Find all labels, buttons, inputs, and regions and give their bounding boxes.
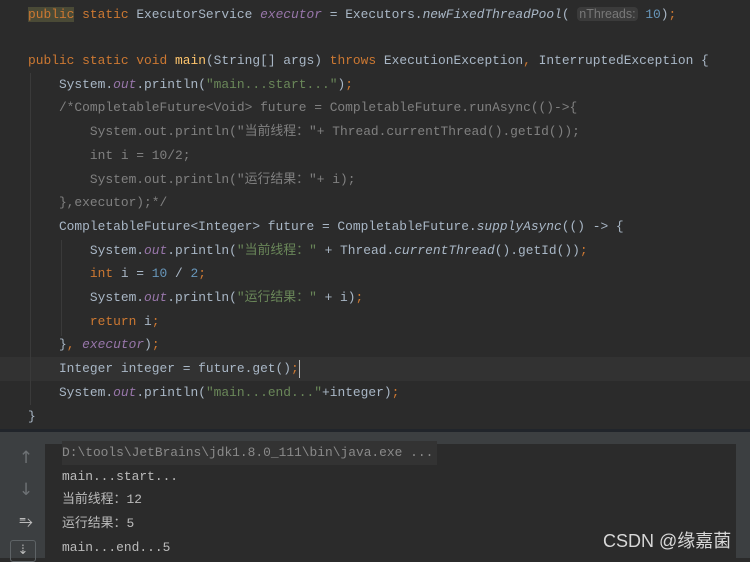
soft-wrap-icon[interactable]: ⥱ bbox=[12, 512, 40, 532]
code-line[interactable]: int i = 10/2; bbox=[28, 144, 191, 168]
code-token: System.out.println("运行结果："+ i); bbox=[28, 171, 356, 187]
code-token: } bbox=[28, 337, 67, 353]
parameter-hint: nThreads: bbox=[577, 7, 638, 21]
code-line[interactable]: Integer integer = future.get(); bbox=[28, 357, 301, 381]
code-line[interactable]: },executor);*/ bbox=[28, 191, 167, 215]
code-token: .println( bbox=[167, 242, 237, 258]
code-token: out bbox=[144, 242, 168, 258]
code-token: executor bbox=[82, 337, 145, 353]
console-command: D:\tools\JetBrains\jdk1.8.0_111\bin\java… bbox=[62, 441, 438, 465]
code-token: ; bbox=[291, 361, 299, 377]
code-token: out bbox=[113, 384, 137, 400]
code-token: ; bbox=[151, 313, 160, 329]
code-line[interactable]: System.out.println("main...start..."); bbox=[28, 73, 353, 97]
code-token: = Executors. bbox=[321, 7, 423, 22]
code-line[interactable]: System.out.println("main...end..."+integ… bbox=[28, 381, 399, 405]
code-line[interactable]: return i; bbox=[28, 310, 160, 334]
code-token: .println( bbox=[167, 290, 237, 305]
console-toolbar: ↑ ↓ ⥱ ⇣ bbox=[0, 444, 45, 562]
code-token: public bbox=[28, 7, 75, 22]
code-token: / bbox=[167, 266, 191, 282]
code-token: ; bbox=[579, 242, 588, 258]
code-token: System. bbox=[28, 242, 145, 258]
code-token: i bbox=[144, 313, 152, 329]
code-token: ExecutorService bbox=[136, 7, 261, 22]
code-token: + i) bbox=[316, 290, 356, 305]
code-token: System.out.println("当前线程："+ Thread.curre… bbox=[28, 124, 580, 140]
code-line[interactable]: } bbox=[28, 405, 36, 429]
code-token: (String[] args) bbox=[205, 53, 330, 68]
console-output-line: main...start... bbox=[62, 469, 179, 484]
code-token: ; bbox=[198, 266, 206, 282]
code-token: out bbox=[144, 290, 168, 305]
code-token: ) bbox=[660, 7, 669, 22]
code-token: i = bbox=[120, 266, 152, 282]
arrow-up-icon[interactable]: ↑ bbox=[12, 448, 40, 468]
code-token: "运行结果：" bbox=[236, 290, 317, 305]
code-token: ; bbox=[355, 290, 364, 305]
code-token: main bbox=[174, 53, 206, 68]
code-line[interactable]: /*CompletableFuture<Void> future = Compl… bbox=[28, 96, 577, 120]
code-token: executor bbox=[260, 7, 322, 22]
code-token: .println( bbox=[136, 384, 206, 400]
code-token: ( bbox=[561, 7, 578, 22]
code-token: throws bbox=[329, 53, 384, 68]
code-token: , bbox=[523, 53, 539, 68]
code-editor[interactable]: public static ExecutorService executor =… bbox=[0, 0, 750, 429]
code-token: ; bbox=[668, 7, 677, 22]
code-token: int i = 10/2; bbox=[28, 147, 191, 163]
console-output-line: main...end...5 bbox=[62, 540, 171, 555]
code-line[interactable]: int i = 10 / 2; bbox=[28, 262, 206, 286]
text-caret bbox=[298, 359, 301, 378]
code-token: "main...start..." bbox=[205, 76, 338, 92]
code-token: InterruptedException { bbox=[538, 53, 709, 68]
code-token: CompletableFuture<Integer> future = Comp… bbox=[28, 218, 477, 234]
code-token: System. bbox=[28, 290, 145, 305]
code-token: supplyAsync bbox=[476, 218, 562, 234]
code-token: },executor);*/ bbox=[28, 195, 168, 211]
code-token: ExecutionException bbox=[383, 53, 524, 68]
code-token: +integer) bbox=[321, 384, 392, 400]
right-toolbar bbox=[735, 444, 750, 558]
code-token: + Thread. bbox=[316, 242, 395, 258]
code-token: System. bbox=[28, 76, 114, 92]
code-line[interactable]: System.out.println("当前线程："+ Thread.curre… bbox=[28, 120, 580, 144]
code-token: ; bbox=[345, 76, 353, 92]
code-token: newFixedThreadPool bbox=[422, 7, 562, 22]
code-token: /*CompletableFuture<Void> future = Compl… bbox=[28, 100, 578, 116]
code-line[interactable]: public static void main(String[] args) t… bbox=[28, 49, 709, 73]
console-output-line: 运行结果：5 bbox=[62, 516, 135, 531]
code-token: "main...end..." bbox=[205, 384, 322, 400]
code-token: currentThread bbox=[394, 242, 495, 258]
code-token: , bbox=[66, 337, 83, 353]
scroll-to-end-icon[interactable]: ⇣ bbox=[10, 540, 36, 562]
code-line[interactable]: }, executor); bbox=[28, 333, 160, 357]
code-token: ; bbox=[391, 384, 400, 400]
code-token: ) bbox=[144, 337, 152, 353]
arrow-down-icon[interactable]: ↓ bbox=[12, 480, 40, 500]
code-token: "当前线程：" bbox=[236, 242, 317, 258]
code-token: System. bbox=[28, 384, 114, 400]
code-token: 10 bbox=[151, 266, 168, 282]
code-token: } bbox=[28, 408, 36, 424]
code-line[interactable]: System.out.println("运行结果：" + i); bbox=[28, 286, 363, 310]
code-token: int bbox=[28, 266, 121, 282]
code-line[interactable]: System.out.println("运行结果："+ i); bbox=[28, 168, 356, 192]
code-token: Integer integer = future.get() bbox=[28, 361, 292, 377]
code-line[interactable]: CompletableFuture<Integer> future = Comp… bbox=[28, 215, 624, 239]
code-line[interactable]: System.out.println("当前线程：" + Thread.curr… bbox=[28, 239, 588, 263]
code-line[interactable]: public static ExecutorService executor =… bbox=[28, 2, 676, 26]
console-output-line: 当前线程：12 bbox=[62, 492, 142, 507]
code-token: public static void bbox=[28, 53, 175, 68]
code-token: .println( bbox=[136, 76, 206, 92]
code-token: return bbox=[28, 313, 145, 329]
watermark: CSDN @缘嘉菌 bbox=[603, 531, 732, 551]
code-token: 10 bbox=[637, 7, 661, 22]
code-token: (() -> { bbox=[561, 218, 624, 234]
code-token: out bbox=[113, 76, 137, 92]
code-token: ; bbox=[151, 337, 160, 353]
code-token: ().getId()) bbox=[494, 242, 580, 258]
code-token: static bbox=[74, 7, 137, 22]
